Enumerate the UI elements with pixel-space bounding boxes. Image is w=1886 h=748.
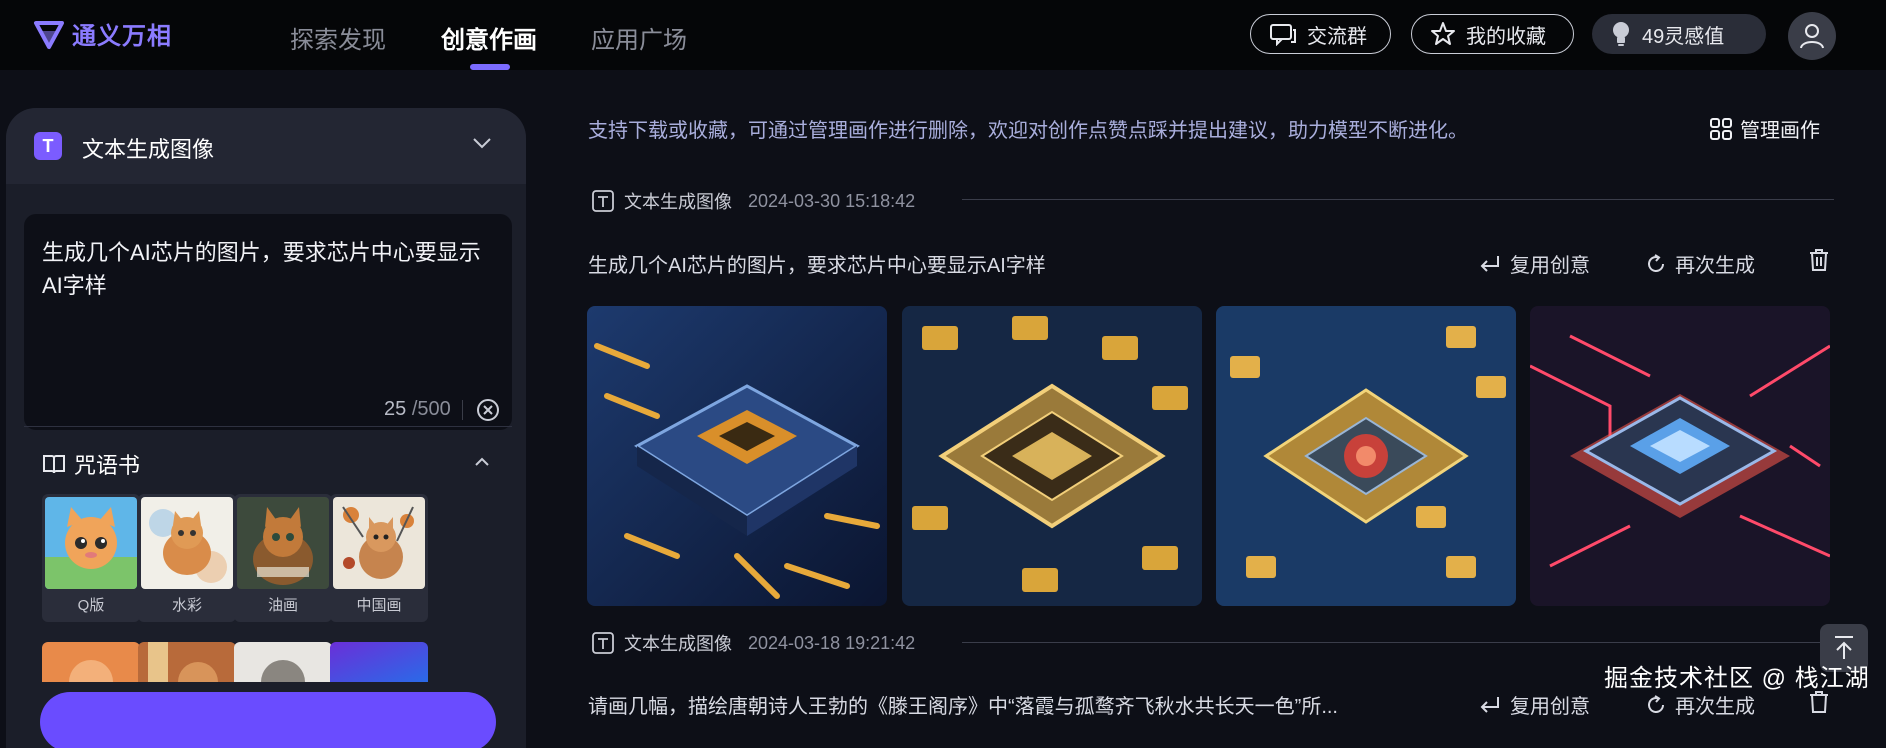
reuse-arrow-icon bbox=[1480, 255, 1499, 272]
logo-icon bbox=[34, 20, 64, 49]
clear-icon[interactable] bbox=[476, 398, 500, 422]
watercolor-kitten-thumbnail bbox=[141, 497, 233, 589]
text-mode-badge: T bbox=[34, 132, 62, 160]
refresh-icon bbox=[1648, 694, 1664, 713]
record-prompt-2: 请画几幅，描绘唐朝诗人王勃的《滕王阁序》中“落霞与孤鹜齐飞秋水共长天一色”所..… bbox=[588, 696, 1338, 718]
spell-book-title: 咒语书 bbox=[74, 453, 141, 478]
mode-selector[interactable]: T 文本生成图像 bbox=[6, 108, 526, 184]
active-tab-indicator bbox=[470, 64, 510, 70]
manage-artworks-button[interactable]: 管理画作 bbox=[1710, 114, 1820, 143]
trash-icon[interactable] bbox=[1808, 690, 1830, 714]
generation-panel: T 文本生成图像 生成几个AI芯片的图片，要求芯片中心要显示AI字样 25 /5… bbox=[6, 108, 526, 748]
style-label-watercolor: 水彩 bbox=[171, 597, 202, 614]
style-label-q: Q版 bbox=[77, 597, 105, 614]
text-mode-icon bbox=[592, 190, 614, 212]
record-timestamp: 2024-03-30 15:18:42 bbox=[748, 190, 916, 211]
style-card-oil[interactable]: 油画 bbox=[234, 494, 332, 622]
style-label-chinese: 中国画 bbox=[356, 597, 402, 614]
regenerate-button-2[interactable]: 再次生成 bbox=[1645, 690, 1755, 719]
record-header: 文本生成图像 2024-03-30 15:18:42 bbox=[592, 188, 915, 214]
lightbulb-icon bbox=[1613, 22, 1629, 46]
generated-image-1[interactable] bbox=[587, 306, 887, 606]
style-label-oil: 油画 bbox=[267, 597, 298, 614]
record-divider-2 bbox=[962, 642, 1834, 643]
favorites-label: 我的收藏 bbox=[1466, 25, 1546, 48]
mode-title: 文本生成图像 bbox=[82, 137, 215, 162]
style-card-chinese[interactable]: 中国画 bbox=[330, 494, 428, 622]
prompt-text[interactable]: 生成几个AI芯片的图片，要求芯片中心要显示AI字样 bbox=[42, 236, 492, 302]
prompt-input[interactable]: 生成几个AI芯片的图片，要求芯片中心要显示AI字样 25 /500 bbox=[24, 214, 512, 430]
brand-name: 通义万相 bbox=[72, 23, 172, 50]
char-counter: 25 /500 bbox=[384, 398, 451, 421]
chat-icon bbox=[1270, 24, 1296, 46]
chinese-painting-kitten-thumbnail bbox=[333, 497, 425, 589]
style-card-row2-1[interactable] bbox=[42, 642, 140, 682]
trash-icon[interactable] bbox=[1808, 248, 1830, 272]
char-count: 25 bbox=[384, 398, 407, 420]
chevron-up-icon[interactable] bbox=[472, 454, 492, 468]
char-limit: /500 bbox=[411, 398, 451, 420]
favorites-button[interactable]: 我的收藏 bbox=[1411, 14, 1574, 54]
panel-divider bbox=[24, 426, 512, 427]
manage-artworks-label: 管理画作 bbox=[1740, 120, 1820, 142]
refresh-icon bbox=[1648, 253, 1664, 272]
watermark: 掘金技术社区 @ 栈江湖 bbox=[1604, 665, 1870, 692]
generated-image-2[interactable] bbox=[902, 306, 1202, 606]
community-label: 交流群 bbox=[1307, 25, 1367, 48]
record-divider bbox=[962, 199, 1834, 200]
record-type: 文本生成图像 bbox=[624, 634, 732, 654]
style-card-row2-4[interactable] bbox=[330, 642, 428, 682]
grid-icon bbox=[1710, 117, 1732, 140]
user-icon bbox=[1800, 24, 1824, 49]
record-header-2: 文本生成图像 2024-03-18 19:21:42 bbox=[592, 630, 915, 656]
record-prompt: 生成几个AI芯片的图片，要求芯片中心要显示AI字样 bbox=[588, 255, 1046, 277]
chevron-down-icon[interactable] bbox=[472, 136, 492, 150]
regenerate-button[interactable]: 再次生成 bbox=[1645, 249, 1755, 278]
counter-separator bbox=[462, 400, 463, 420]
record-timestamp: 2024-03-18 19:21:42 bbox=[748, 632, 916, 653]
nav-creative-painting[interactable]: 创意作画 bbox=[441, 20, 537, 55]
credits-label: 49灵感值 bbox=[1642, 25, 1725, 48]
reuse-idea-label: 复用创意 bbox=[1510, 696, 1590, 718]
nav-explore[interactable]: 探索发现 bbox=[290, 20, 386, 55]
style-card-watercolor[interactable]: 水彩 bbox=[138, 494, 236, 622]
generate-button[interactable] bbox=[40, 692, 496, 748]
style-card-row2-3[interactable] bbox=[234, 642, 332, 682]
book-icon bbox=[43, 455, 65, 474]
reuse-idea-button[interactable]: 复用创意 bbox=[1478, 249, 1590, 278]
text-mode-icon bbox=[592, 632, 614, 654]
reuse-arrow-icon bbox=[1480, 696, 1499, 713]
reuse-idea-label: 复用创意 bbox=[1510, 255, 1590, 277]
style-card-row2-2[interactable] bbox=[138, 642, 236, 682]
spell-book-header[interactable]: 咒语书 bbox=[42, 448, 140, 480]
star-icon bbox=[1431, 22, 1455, 45]
generated-image-3[interactable] bbox=[1216, 306, 1516, 606]
record-type: 文本生成图像 bbox=[624, 192, 732, 212]
notice-text: 支持下载或收藏，可通过管理画作进行删除，欢迎对创作点赞点踩并提出建议，助力模型不… bbox=[588, 120, 1468, 142]
regenerate-label: 再次生成 bbox=[1675, 255, 1755, 277]
reuse-idea-button-2[interactable]: 复用创意 bbox=[1478, 690, 1590, 719]
nav-app-plaza[interactable]: 应用广场 bbox=[591, 20, 687, 55]
user-avatar[interactable] bbox=[1788, 12, 1836, 60]
q-style-kitten-thumbnail bbox=[45, 497, 137, 589]
brand-logo[interactable]: 通义万相 bbox=[32, 16, 172, 51]
community-button[interactable]: 交流群 bbox=[1250, 14, 1391, 54]
generated-image-4[interactable] bbox=[1530, 306, 1830, 606]
credits-badge[interactable]: 49灵感值 bbox=[1592, 14, 1766, 54]
style-card-q[interactable]: Q版 bbox=[42, 494, 140, 622]
oil-kitten-thumbnail bbox=[237, 497, 329, 589]
top-navbar: 通义万相 探索发现 创意作画 应用广场 交流群 我的收藏 49灵感值 bbox=[0, 0, 1886, 70]
regenerate-label: 再次生成 bbox=[1675, 696, 1755, 718]
